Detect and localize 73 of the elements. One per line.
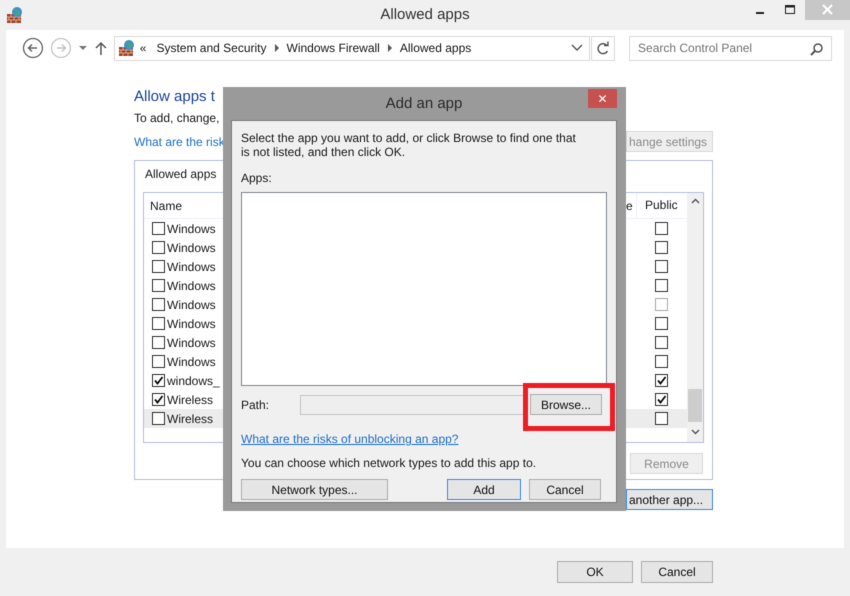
brick-wall-globe-icon bbox=[6, 6, 24, 24]
app-name: Windows bbox=[167, 316, 216, 330]
up-arrow-icon[interactable] bbox=[94, 40, 108, 56]
checkbox[interactable] bbox=[152, 241, 165, 254]
search-icon[interactable] bbox=[810, 42, 824, 56]
address-bar[interactable]: « System and Security Windows Firewall Allowed apps bbox=[114, 36, 590, 60]
app-name: Windows bbox=[167, 354, 216, 368]
cancel-button[interactable]: Cancel bbox=[641, 561, 713, 583]
allow-another-app-button[interactable]: another app... bbox=[626, 489, 713, 510]
checkbox[interactable] bbox=[152, 279, 165, 292]
app-name: Wireless bbox=[167, 412, 214, 426]
risk-link[interactable]: What are the risks of unblocking an app? bbox=[241, 432, 458, 446]
cancel-button[interactable]: Cancel bbox=[529, 479, 601, 500]
brick-wall-globe-icon bbox=[118, 39, 136, 57]
app-name: Windows bbox=[167, 336, 216, 350]
checkbox[interactable] bbox=[654, 393, 668, 406]
app-name: windows_ bbox=[167, 374, 220, 388]
checkbox[interactable] bbox=[654, 412, 668, 425]
instructions-text: Select the app you want to add, or click Browse to find one that is not listed, and then click OK. bbox=[241, 131, 577, 159]
breadcrumb[interactable]: Allowed apps bbox=[400, 41, 472, 55]
chevron-down-icon[interactable] bbox=[571, 44, 584, 52]
app-name: Windows bbox=[167, 240, 216, 254]
checkbox[interactable] bbox=[654, 260, 668, 273]
checkbox[interactable] bbox=[654, 279, 668, 292]
app-name: Windows bbox=[167, 222, 216, 236]
checkbox[interactable] bbox=[152, 336, 165, 349]
checkbox[interactable] bbox=[152, 260, 165, 273]
description-text: To add, change, bbox=[134, 111, 220, 127]
add-button[interactable]: Add bbox=[447, 479, 521, 500]
app-name: Wireless bbox=[167, 392, 214, 406]
browse-button[interactable]: Browse... bbox=[530, 394, 602, 415]
breadcrumb[interactable]: Windows Firewall bbox=[286, 41, 380, 55]
checkbox[interactable] bbox=[654, 336, 668, 349]
network-note-text: You can choose which network types to add this app to. bbox=[241, 456, 538, 470]
network-types-button[interactable]: Network types... bbox=[241, 479, 388, 500]
checkbox[interactable] bbox=[152, 374, 165, 387]
search-field[interactable]: Search Control Panel bbox=[629, 36, 832, 60]
refresh-icon[interactable] bbox=[591, 36, 616, 60]
chevron-right-icon[interactable] bbox=[274, 44, 280, 52]
breadcrumb[interactable]: System and Security bbox=[156, 41, 266, 55]
back-icon[interactable] bbox=[22, 37, 44, 59]
chevron-right-icon[interactable] bbox=[386, 44, 393, 52]
checkbox[interactable] bbox=[654, 241, 668, 254]
overflow-chevron[interactable]: « bbox=[140, 41, 146, 55]
path-label: Path: bbox=[241, 398, 270, 412]
scrollbar[interactable] bbox=[687, 193, 703, 442]
checkbox[interactable] bbox=[152, 355, 165, 368]
caret-icon[interactable] bbox=[78, 43, 88, 53]
chevron-down-icon[interactable] bbox=[690, 429, 700, 435]
checkbox[interactable] bbox=[654, 374, 668, 387]
page-heading: Allow apps t bbox=[134, 88, 215, 107]
dialog-title: Add an app bbox=[386, 95, 462, 112]
checkbox[interactable] bbox=[152, 317, 165, 330]
close-button[interactable]: ✕ bbox=[588, 89, 617, 108]
group-title: Allowed apps bbox=[145, 167, 216, 183]
checkbox[interactable] bbox=[654, 317, 668, 330]
checkbox[interactable] bbox=[654, 222, 668, 235]
apps-label: Apps: bbox=[241, 171, 273, 185]
column-header[interactable]: Name bbox=[144, 198, 182, 212]
app-name: Windows bbox=[167, 260, 216, 274]
app-name: Windows bbox=[167, 298, 216, 312]
column-header[interactable]: e bbox=[626, 198, 636, 212]
checkbox[interactable] bbox=[152, 412, 165, 425]
path-field[interactable] bbox=[300, 394, 526, 414]
window-title: Allowed apps bbox=[380, 6, 470, 23]
checkbox[interactable] bbox=[152, 222, 165, 235]
checkbox[interactable] bbox=[654, 355, 668, 368]
scroll-thumb[interactable] bbox=[688, 389, 702, 422]
ok-button[interactable]: OK bbox=[557, 561, 633, 583]
chevron-up-icon[interactable] bbox=[690, 198, 700, 204]
checkbox[interactable] bbox=[152, 393, 165, 406]
checkbox[interactable] bbox=[152, 298, 165, 311]
app-name: Windows bbox=[167, 278, 216, 292]
